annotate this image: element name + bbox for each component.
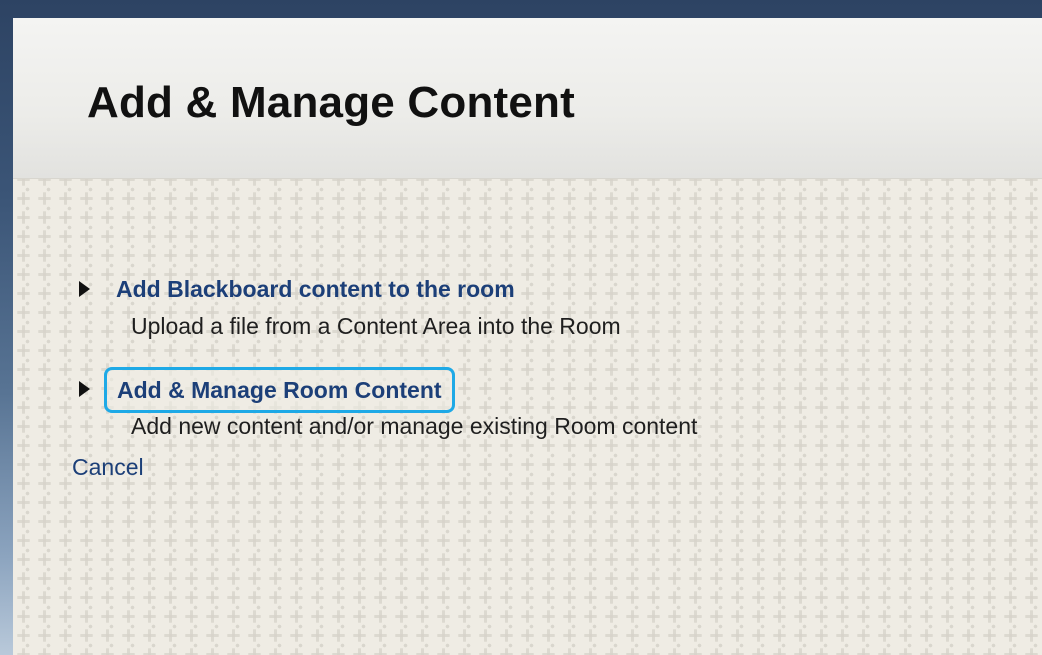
page-title: Add & Manage Content [87,78,575,127]
content-panel: Add & Manage Content Add Blackboard cont… [13,18,1042,655]
option-description: Upload a file from a Content Area into t… [131,313,621,339]
add-manage-room-content-link[interactable]: Add & Manage Room Content [104,367,455,413]
option-description: Add new content and/or manage existing R… [131,413,698,439]
triangle-right-icon [79,281,90,297]
add-blackboard-content-link[interactable]: Add Blackboard content to the room [116,276,515,303]
page-header: Add & Manage Content [13,18,1042,179]
triangle-right-icon [79,381,90,397]
cancel-link[interactable]: Cancel [72,454,144,481]
